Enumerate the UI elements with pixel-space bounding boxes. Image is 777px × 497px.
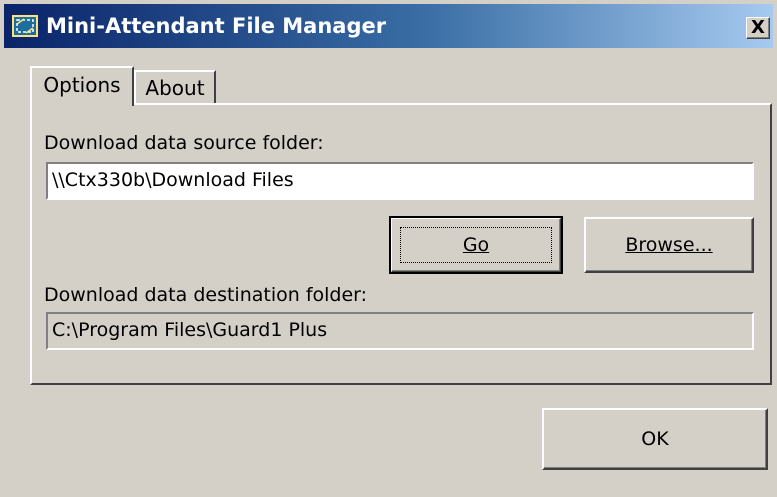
source-folder-input[interactable]: \\Ctx330b\Download Files <box>46 162 754 200</box>
browse-button-label: Browse... <box>586 233 752 257</box>
tab-about[interactable]: About <box>134 70 216 104</box>
window-title: Mini-Attendant File Manager <box>46 14 387 38</box>
browse-button[interactable]: Browse... <box>584 217 754 273</box>
title-bar[interactable]: Mini-Attendant File Manager X <box>4 4 773 48</box>
dialog-window: Mini-Attendant File Manager X Options Ab… <box>0 0 777 497</box>
app-folder-icon <box>12 15 38 37</box>
options-panel: Download data source folder: \\Ctx330b\D… <box>30 103 772 385</box>
go-button[interactable]: Go <box>389 216 563 274</box>
tab-options[interactable]: Options <box>30 66 134 106</box>
go-button-label: Go <box>462 234 490 256</box>
destination-folder-field: C:\Program Files\Guard1 Plus <box>46 312 754 350</box>
destination-folder-label: Download data destination folder: <box>44 284 368 306</box>
source-folder-label: Download data source folder: <box>44 132 324 154</box>
close-button[interactable]: X <box>746 17 770 39</box>
tab-options-label: Options <box>43 73 121 97</box>
browse-button-text: Browse... <box>625 234 713 256</box>
ok-button-label: OK <box>641 428 669 450</box>
close-icon: X <box>751 17 765 38</box>
tab-about-label: About <box>145 76 205 100</box>
ok-button[interactable]: OK <box>542 408 768 470</box>
